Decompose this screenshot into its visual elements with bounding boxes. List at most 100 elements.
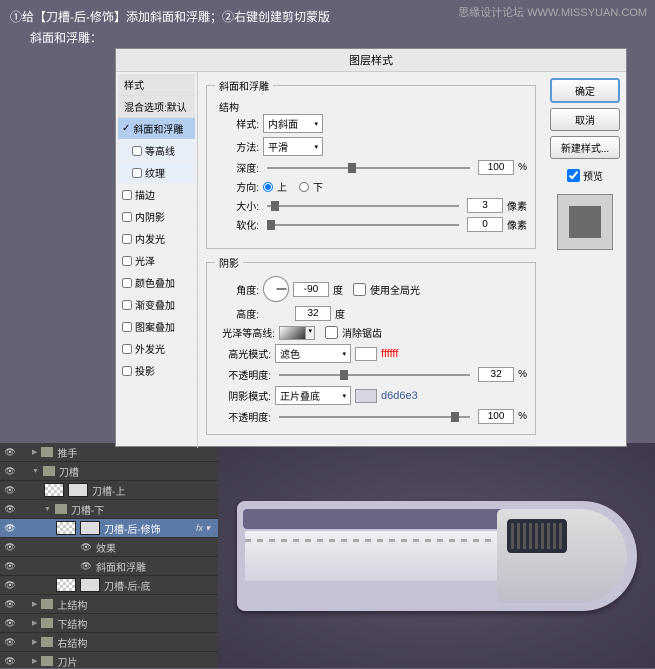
style-row-纹理[interactable]: 纹理: [118, 162, 195, 184]
visibility-icon[interactable]: 👁: [4, 655, 16, 667]
visibility-icon[interactable]: 👁: [4, 541, 16, 553]
layer-row[interactable]: 👁▼刀槽-下: [0, 500, 218, 519]
preview-check[interactable]: [567, 169, 580, 182]
style-select[interactable]: 内斜面: [263, 114, 323, 133]
sh-opac-slider[interactable]: [279, 416, 470, 418]
style-check[interactable]: [122, 278, 132, 288]
disclosure-triangle[interactable]: ▶: [32, 657, 37, 665]
layer-row[interactable]: 👁 刀槽-后-修饰 fx ▾: [0, 519, 218, 538]
visibility-icon[interactable]: 👁: [4, 579, 16, 591]
style-label: 样式:: [215, 116, 259, 131]
visibility-icon[interactable]: 👁: [4, 465, 16, 477]
hl-opac-label: 不透明度:: [215, 367, 271, 382]
hl-opac-slider[interactable]: [279, 374, 470, 376]
layer-label: 推手: [57, 445, 77, 460]
angle-value[interactable]: -90: [293, 282, 329, 297]
style-row-颜色叠加[interactable]: 颜色叠加: [118, 272, 195, 294]
layer-row[interactable]: 👁▶刀片: [0, 652, 218, 668]
disclosure-triangle[interactable]: ▼: [32, 468, 39, 475]
sh-mode-select[interactable]: 正片叠底: [275, 386, 351, 405]
style-check[interactable]: [122, 300, 132, 310]
style-check[interactable]: [122, 256, 132, 266]
layer-label: 斜面和浮雕: [96, 559, 146, 574]
layer-row[interactable]: 👁 ▶ 右结构: [0, 633, 218, 652]
layer-row[interactable]: 👁▶下结构: [0, 614, 218, 633]
layer-row[interactable]: 👁👁效果: [0, 538, 218, 557]
layer-row[interactable]: 👁刀槽-后-底: [0, 576, 218, 595]
style-row-图案叠加[interactable]: 图案叠加: [118, 316, 195, 338]
style-check[interactable]: [122, 234, 132, 244]
new-style-button[interactable]: 新建样式...: [550, 136, 620, 159]
style-row-渐变叠加[interactable]: 渐变叠加: [118, 294, 195, 316]
preview-label: 预览: [583, 168, 603, 183]
hl-mode-select[interactable]: 滤色: [275, 344, 351, 363]
visibility-icon[interactable]: 👁: [4, 560, 16, 572]
visibility-icon[interactable]: 👁: [4, 522, 16, 534]
dir-up-radio[interactable]: [263, 182, 273, 192]
visibility-icon[interactable]: 👁: [4, 617, 16, 629]
style-check[interactable]: [132, 146, 142, 156]
visibility-icon[interactable]: 👁: [4, 503, 16, 515]
method-select[interactable]: 平滑: [263, 137, 323, 156]
hl-mode-label: 高光模式:: [215, 346, 271, 361]
style-row-外发光[interactable]: 外发光: [118, 338, 195, 360]
size-value[interactable]: 3: [467, 198, 503, 213]
antialias-check[interactable]: [325, 326, 338, 339]
fx-vis-icon[interactable]: 👁: [80, 541, 92, 553]
alt-value[interactable]: 32: [295, 306, 331, 321]
disclosure-triangle[interactable]: ▶: [32, 638, 37, 646]
layer-row[interactable]: 👁 👁 斜面和浮雕: [0, 557, 218, 576]
style-check[interactable]: [122, 322, 132, 332]
global-light-check[interactable]: [353, 283, 366, 296]
style-label: 光泽: [135, 253, 155, 268]
blend-header[interactable]: 混合选项:默认: [118, 96, 195, 118]
layer-label: 刀槽-上: [92, 483, 125, 498]
style-list: 样式 混合选项:默认 ✓ 斜面和浮雕 等高线 纹理 描边 内阴影 内发光 光泽 …: [116, 72, 198, 448]
style-row-内发光[interactable]: 内发光: [118, 228, 195, 250]
visibility-icon[interactable]: 👁: [4, 636, 16, 648]
style-row-等高线[interactable]: 等高线: [118, 140, 195, 162]
watermark: 思缘设计论坛 WWW.MISSYUAN.COM: [458, 4, 647, 20]
dir-down-radio[interactable]: [299, 182, 309, 192]
layer-thumb: [56, 521, 76, 535]
visibility-icon[interactable]: 👁: [4, 484, 16, 496]
layer-row[interactable]: 👁▶上结构: [0, 595, 218, 614]
style-row-斜面和浮雕[interactable]: ✓ 斜面和浮雕: [118, 118, 195, 140]
style-check[interactable]: [122, 190, 132, 200]
size-slider[interactable]: [267, 205, 459, 207]
disclosure-triangle[interactable]: ▼: [44, 506, 51, 513]
cancel-button[interactable]: 取消: [550, 108, 620, 131]
layer-label: 刀槽-后-修饰: [104, 521, 161, 536]
layers-panel: 👁▶推手👁▼刀槽👁刀槽-上👁▼刀槽-下👁刀槽-后-修饰fx ▾👁👁效果👁👁斜面和…: [0, 443, 218, 668]
style-check[interactable]: [122, 212, 132, 222]
style-row-描边[interactable]: 描边: [118, 184, 195, 206]
visibility-icon[interactable]: 👁: [4, 446, 16, 458]
style-row-光泽[interactable]: 光泽: [118, 250, 195, 272]
layer-label: 右结构: [57, 635, 87, 650]
disclosure-triangle[interactable]: ▶: [32, 619, 37, 627]
style-check[interactable]: [122, 344, 132, 354]
ok-button[interactable]: 确定: [550, 78, 620, 103]
visibility-icon[interactable]: 👁: [4, 598, 16, 610]
fx-vis-icon[interactable]: 👁: [80, 560, 92, 572]
layer-row[interactable]: 👁▼刀槽: [0, 462, 218, 481]
sh-color-swatch[interactable]: [355, 389, 377, 403]
sh-opac-value[interactable]: 100: [478, 409, 514, 424]
depth-value[interactable]: 100: [478, 160, 514, 175]
soften-slider[interactable]: [267, 224, 459, 226]
style-check[interactable]: [122, 366, 132, 376]
hl-opac-value[interactable]: 32: [478, 367, 514, 382]
disclosure-triangle[interactable]: ▶: [32, 448, 37, 456]
style-row-内阴影[interactable]: 内阴影: [118, 206, 195, 228]
depth-slider[interactable]: [267, 167, 470, 169]
style-label: 描边: [135, 187, 155, 202]
soften-value[interactable]: 0: [467, 217, 503, 232]
fx-indicator[interactable]: fx ▾: [196, 523, 214, 534]
disclosure-triangle[interactable]: ▶: [32, 600, 37, 608]
style-row-投影[interactable]: 投影: [118, 360, 195, 382]
gloss-contour[interactable]: [279, 326, 315, 340]
style-check[interactable]: [132, 168, 142, 178]
hl-color-swatch[interactable]: [355, 347, 377, 361]
angle-dial[interactable]: [263, 276, 289, 302]
layer-row[interactable]: 👁 刀槽-上: [0, 481, 218, 500]
